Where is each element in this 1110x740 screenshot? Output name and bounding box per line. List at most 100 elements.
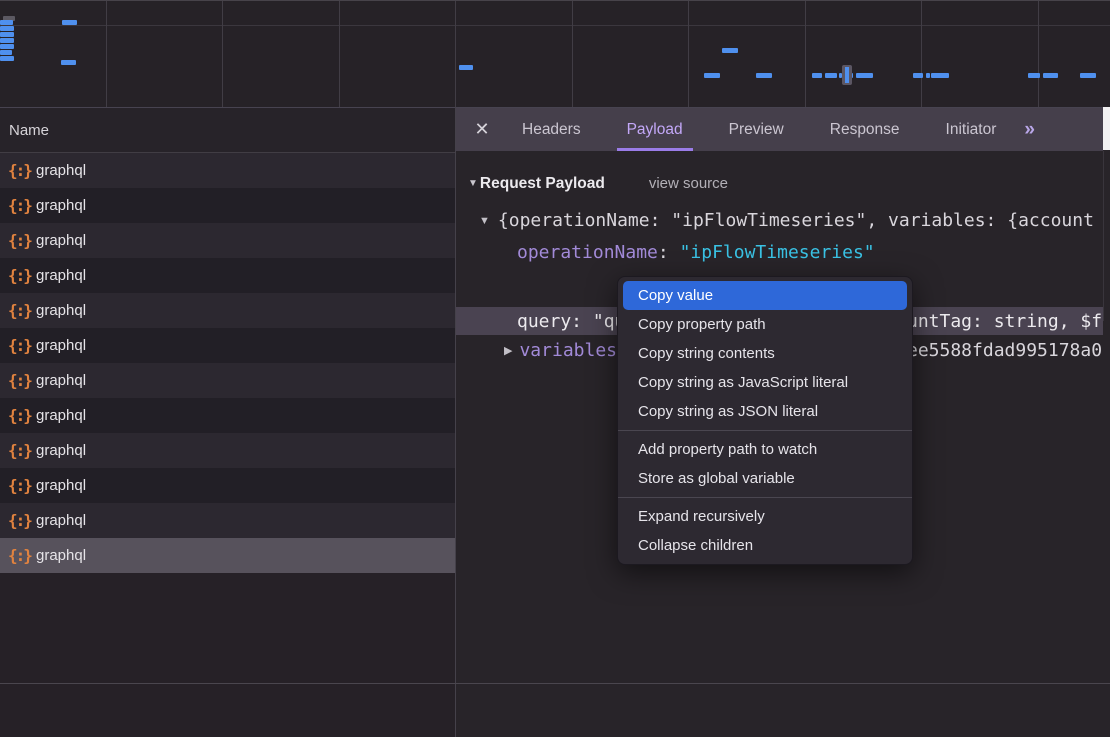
overview-selection-marker — [842, 65, 852, 85]
json-key: operationName — [517, 242, 658, 263]
request-name: graphql — [36, 477, 86, 494]
overview-vertical-gridline — [572, 1, 573, 107]
section-collapse-icon[interactable]: ▼ — [468, 178, 478, 189]
window-corner-gap — [1103, 107, 1110, 150]
overview-vertical-gridline — [921, 1, 922, 107]
request-list-panel: Name {:}graphql{:}graphql{:}graphql{:}gr… — [0, 108, 455, 738]
json-variables-right-fragment: ee5588fdad995178a0 — [907, 340, 1102, 361]
json-root-row[interactable]: ▼ {operationName: "ipFlowTimeseries", va… — [456, 206, 1103, 235]
tab-headers[interactable]: Headers — [512, 108, 591, 151]
waterfall-bar — [856, 73, 873, 78]
json-request-icon: {:} — [0, 441, 36, 460]
json-request-icon: {:} — [0, 231, 36, 250]
request-row[interactable]: {:}graphql — [0, 293, 455, 328]
tab-payload[interactable]: Payload — [617, 108, 693, 151]
menu-item-collapse-children[interactable]: Collapse children — [623, 531, 907, 560]
menu-item-copy-string-as-json-literal[interactable]: Copy string as JSON literal — [623, 397, 907, 426]
json-request-icon: {:} — [0, 336, 36, 355]
request-name: graphql — [36, 512, 86, 529]
request-name: graphql — [36, 197, 86, 214]
waterfall-bar — [0, 44, 14, 49]
request-row[interactable]: {:}graphql — [0, 398, 455, 433]
request-payload-section-header[interactable]: ▼ Request Payload view source — [456, 169, 1103, 198]
section-title: Request Payload — [480, 175, 605, 193]
waterfall-bar — [459, 65, 473, 70]
more-tabs-icon[interactable]: » — [1024, 108, 1033, 151]
name-column-header[interactable]: Name — [0, 108, 455, 153]
context-menu-group: Expand recursivelyCollapse children — [618, 497, 912, 561]
json-request-icon: {:} — [0, 476, 36, 495]
request-row[interactable]: {:}graphql — [0, 188, 455, 223]
request-row[interactable]: {:}graphql — [0, 258, 455, 293]
right-edge-line — [1103, 151, 1104, 321]
waterfall-bar — [931, 73, 949, 78]
json-root-preview: {operationName: "ipFlowTimeseries", vari… — [498, 210, 1094, 231]
request-rows: {:}graphql{:}graphql{:}graphql{:}graphql… — [0, 153, 455, 573]
view-source-link[interactable]: view source — [649, 175, 728, 192]
json-request-icon: {:} — [0, 511, 36, 530]
devtools-screenshot: Name {:}graphql{:}graphql{:}graphql{:}gr… — [0, 0, 1110, 740]
detail-tabbar: ✕ Headers Payload Preview Response Initiator… — [456, 108, 1103, 151]
waterfall-bar — [0, 32, 14, 37]
waterfall-bar — [1043, 73, 1058, 78]
json-key: variables — [519, 340, 617, 361]
request-name: graphql — [36, 442, 86, 459]
menu-item-store-as-global-variable[interactable]: Store as global variable — [623, 464, 907, 493]
overview-vertical-gridline — [688, 1, 689, 107]
waterfall-bar — [1080, 73, 1096, 78]
request-name: graphql — [36, 407, 86, 424]
context-menu-group: Copy valueCopy property pathCopy string … — [618, 280, 912, 427]
waterfall-bar — [926, 73, 930, 78]
json-key-separator: : — [658, 242, 680, 263]
expand-triangle-icon[interactable]: ▼ — [479, 215, 490, 227]
menu-item-copy-property-path[interactable]: Copy property path — [623, 310, 907, 339]
waterfall-bar — [0, 50, 12, 55]
tab-response[interactable]: Response — [820, 108, 910, 151]
context-menu: Copy valueCopy property pathCopy string … — [617, 276, 913, 565]
menu-item-add-property-path-to-watch[interactable]: Add property path to watch — [623, 435, 907, 464]
waterfall-bar — [0, 38, 14, 43]
json-request-icon: {:} — [0, 546, 36, 565]
tab-preview[interactable]: Preview — [719, 108, 794, 151]
menu-item-copy-string-as-javascript-literal[interactable]: Copy string as JavaScript literal — [623, 368, 907, 397]
overview-vertical-gridline — [222, 1, 223, 107]
json-string-value: "ipFlowTimeseries" — [680, 242, 875, 263]
request-row[interactable]: {:}graphql — [0, 468, 455, 503]
waterfall-bar — [704, 73, 720, 78]
waterfall-bar — [0, 20, 13, 25]
waterfall-bar — [0, 26, 14, 31]
menu-item-copy-string-contents[interactable]: Copy string contents — [623, 339, 907, 368]
request-row[interactable]: {:}graphql — [0, 363, 455, 398]
request-name: graphql — [36, 267, 86, 284]
collapsed-triangle-icon[interactable]: ▶ — [504, 344, 512, 357]
json-request-icon: {:} — [0, 161, 36, 180]
json-request-icon: {:} — [0, 406, 36, 425]
waterfall-bar — [913, 73, 923, 78]
request-row[interactable]: {:}graphql — [0, 503, 455, 538]
detail-tabs: Headers Payload Preview Response Initiator — [512, 108, 1006, 151]
request-name: graphql — [36, 232, 86, 249]
network-overview-timeline[interactable] — [0, 1, 1110, 108]
request-row[interactable]: {:}graphql — [0, 328, 455, 363]
overview-vertical-gridline — [106, 1, 107, 107]
request-row[interactable]: {:}graphql — [0, 433, 455, 468]
overview-vertical-gridline — [1038, 1, 1039, 107]
waterfall-bar — [812, 73, 822, 78]
request-row[interactable]: {:}graphql — [0, 153, 455, 188]
json-query-right-fragment: untTag: string, $f — [907, 311, 1102, 332]
json-query-left: query: "qu — [517, 311, 625, 332]
overview-vertical-gridline — [455, 1, 456, 107]
tab-initiator[interactable]: Initiator — [936, 108, 1007, 151]
json-request-icon: {:} — [0, 301, 36, 320]
request-name: graphql — [36, 547, 86, 564]
overview-vertical-gridline — [805, 1, 806, 107]
close-icon[interactable]: ✕ — [470, 108, 494, 151]
menu-item-expand-recursively[interactable]: Expand recursively — [623, 502, 907, 531]
overview-vertical-gridline — [339, 1, 340, 107]
menu-item-copy-value[interactable]: Copy value — [623, 281, 907, 310]
json-operation-name-row[interactable]: operationName: "ipFlowTimeseries" — [456, 238, 1103, 267]
waterfall-bar — [61, 60, 76, 65]
waterfall-bar — [722, 48, 738, 53]
request-row[interactable]: {:}graphql — [0, 538, 455, 573]
request-row[interactable]: {:}graphql — [0, 223, 455, 258]
